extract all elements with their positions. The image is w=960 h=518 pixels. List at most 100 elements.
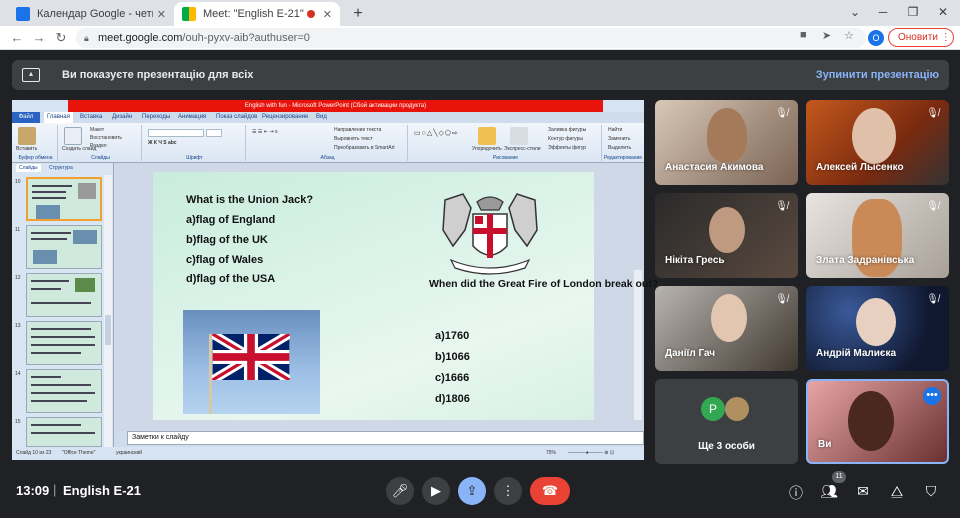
ppt-tab-file[interactable]: Файл [12, 112, 40, 123]
slide-info: Слайд 10 из 23 [16, 450, 52, 456]
reload-icon[interactable]: ↻ [52, 29, 70, 47]
ppt-tab-transitions[interactable]: Переходы [142, 114, 170, 120]
tab-calendar[interactable]: Календар Google - четвер, 10 лю ✕ [8, 2, 174, 26]
quick-styles-icon[interactable] [510, 127, 528, 145]
new-slide-icon[interactable] [64, 127, 82, 145]
participant-tile[interactable]: 🎙︎̸ Алексей Лысенко [806, 100, 949, 185]
activities-icon[interactable]: ⧋ [888, 483, 906, 500]
panel-tab-slides[interactable]: Слайды [16, 164, 41, 172]
url-path: /ouh-pyxv-aib?authuser=0 [182, 32, 310, 44]
language: украинский [116, 450, 143, 456]
slide-thumbnail[interactable] [26, 273, 102, 317]
ppt-tab-home[interactable]: Главная [44, 112, 73, 123]
ppt-tab-insert[interactable]: Вставка [80, 114, 102, 120]
participant-tile[interactable]: 🎙︎̸ Даніїл Гач [655, 286, 798, 371]
bookmark-star-icon[interactable]: ☆ [844, 29, 854, 42]
tab-search-icon[interactable]: ⌄ [840, 0, 870, 26]
shape-fill-label[interactable]: Заливка фигуры [548, 127, 586, 133]
close-tab-icon[interactable]: ✕ [157, 8, 166, 21]
arrange-label: Упорядочить [472, 146, 502, 152]
address-bar-row: ← → ↻ 🔒︎ meet.google.com/ouh-pyxv-aib?au… [0, 26, 960, 50]
slide-thumbnail[interactable] [26, 177, 102, 221]
camera-icon[interactable]: ▶ [422, 477, 450, 505]
mic-off-icon: 🎙︎̸ [775, 108, 788, 119]
participant-tile[interactable]: 🎙︎̸ Андрій Малиєка [806, 286, 949, 371]
font-name-field[interactable] [148, 129, 204, 137]
scroll-thumb[interactable] [105, 315, 111, 345]
close-tab-icon[interactable]: ✕ [323, 8, 332, 21]
meeting-name: English E-21 [63, 483, 142, 498]
shape-outline-label[interactable]: Контур фигуры [548, 136, 583, 142]
close-window-button[interactable]: ✕ [928, 0, 958, 26]
minimize-button[interactable]: ─ [868, 0, 898, 26]
camera-icon[interactable]: ■ [800, 29, 807, 41]
url-field[interactable]: 🔒︎ meet.google.com/ouh-pyxv-aib?authuser… [76, 28, 866, 48]
shapes-gallery[interactable]: ▭○△╲◇⬠⇨ [414, 129, 459, 137]
answer-option: b)1066 [435, 351, 470, 363]
ppt-tab-view[interactable]: Вид [316, 114, 327, 120]
layout-label[interactable]: Макет [90, 127, 104, 133]
ppt-tab-review[interactable]: Рецензирование [262, 114, 308, 120]
font-size-field[interactable] [206, 129, 222, 137]
restore-button[interactable]: ❐ [898, 0, 928, 26]
browser-tab-strip: Календар Google - четвер, 10 лю ✕ Meet: … [0, 0, 960, 26]
end-call-icon[interactable]: ☎ [530, 477, 570, 505]
others-tile[interactable]: P Ще 3 особи [655, 379, 798, 464]
more-options-icon[interactable]: ⋮ [494, 477, 522, 505]
slide-thumbnail[interactable] [26, 417, 102, 447]
meeting-details-icon[interactable]: ⓘ [787, 483, 805, 503]
participant-video [856, 298, 896, 346]
replace-label[interactable]: Заменить [608, 136, 630, 142]
self-tile[interactable]: ••• Ви [806, 379, 949, 464]
list-buttons[interactable]: ☰ ☰ ⇤ ⇥ ≡ [252, 129, 278, 135]
slide-notes-field[interactable]: Заметки к слайду [127, 431, 644, 445]
arrange-icon[interactable] [478, 127, 496, 145]
ppt-tab-design[interactable]: Дизайн [112, 114, 132, 120]
participant-tile[interactable]: 🎙︎̸ Нікіта Гресь [655, 193, 798, 278]
people-icon[interactable]: 👥︎ [820, 483, 838, 500]
section-label[interactable]: Раздел [90, 143, 107, 149]
others-count-label: Ще 3 особи [698, 441, 755, 452]
profile-avatar[interactable]: O [868, 30, 884, 46]
more-options-icon[interactable]: ••• [923, 387, 941, 405]
ppt-tab-animation[interactable]: Анимация [178, 114, 206, 120]
new-tab-button[interactable]: + [348, 4, 368, 24]
slide-thumbnail[interactable] [26, 321, 102, 365]
back-arrow-icon[interactable]: ← [8, 29, 26, 47]
slide-thumbnail[interactable] [26, 225, 102, 269]
answer-option: d)flag of the USA [186, 273, 276, 285]
stop-presenting-button[interactable]: Зупинити презентацію [816, 60, 939, 90]
participant-name: Анастасия Акимова [665, 162, 764, 173]
microphone-icon[interactable]: 🎤︎ [386, 477, 414, 505]
present-now-icon[interactable]: ⇪ [458, 477, 486, 505]
thumb-text-line [31, 328, 91, 330]
host-controls-icon[interactable]: ⛉ [922, 483, 940, 500]
tab-meet[interactable]: Meet: "English E-21" ✕ [174, 2, 340, 26]
font-buttons[interactable]: Ж К Ч S abc [148, 140, 177, 146]
panel-scrollbar[interactable] [104, 175, 112, 447]
text-direction-label[interactable]: Направление текста [334, 127, 381, 133]
ribbon-group-clipboard: Вставить Буфер обмена [14, 125, 58, 161]
panel-tab-outline[interactable]: Структура [46, 164, 76, 172]
paste-icon[interactable] [18, 127, 36, 145]
ppt-tab-slideshow[interactable]: Показ слайдов [216, 114, 257, 120]
update-button[interactable]: Оновити ⋮ [888, 28, 954, 47]
participant-tile[interactable]: 🎙︎̸ Злата Задранівська [806, 193, 949, 278]
slide-thumbnail[interactable] [26, 369, 102, 413]
select-label[interactable]: Выделить [608, 145, 631, 151]
thumb-text-line [31, 376, 61, 378]
align-text-label[interactable]: Выровнять текст [334, 136, 373, 142]
thumbnail-number: 10 [15, 179, 21, 185]
reset-label[interactable]: Восстановить [90, 135, 122, 141]
share-icon[interactable]: ➤ [822, 29, 831, 42]
smartart-label[interactable]: Преобразовать в SmartArt [334, 145, 395, 151]
shape-effects-label[interactable]: Эффекты фигур [548, 145, 586, 151]
slide-scrollbar[interactable] [634, 270, 642, 420]
participant-tile[interactable]: 🎙︎̸ Анастасия Акимова [655, 100, 798, 185]
participant-name: Даніїл Гач [665, 348, 716, 359]
thumb-text-line [31, 384, 91, 386]
chat-icon[interactable]: ✉ [854, 483, 872, 500]
forward-arrow-icon[interactable]: → [30, 29, 48, 47]
find-label[interactable]: Найти [608, 127, 622, 133]
zoom-slider[interactable]: ─────●──── ⊕ ⊡ [568, 450, 614, 456]
